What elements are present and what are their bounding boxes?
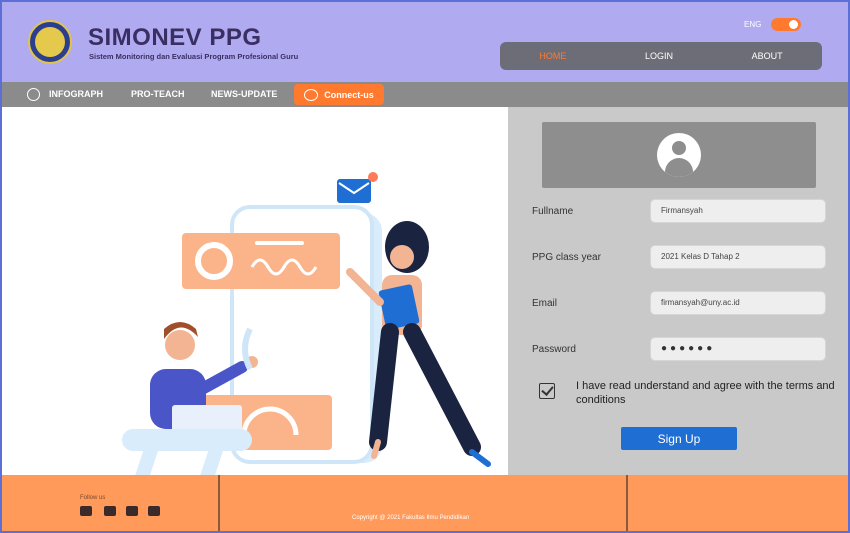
- terms-checkbox[interactable]: [539, 383, 555, 399]
- user-avatar-icon[interactable]: [657, 133, 701, 177]
- nav-home[interactable]: HOME: [539, 51, 566, 61]
- mail-icon: [337, 179, 371, 203]
- infograph-icon: [27, 88, 40, 101]
- secondary-navigation: INFOGRAPH PRO-TEACH NEWS-UPDATE Connect-…: [2, 82, 848, 107]
- language-label: ENG: [744, 20, 762, 29]
- password-field[interactable]: ●●●●●●: [650, 337, 826, 361]
- footer-divider: [626, 475, 628, 531]
- youtube-icon[interactable]: [80, 506, 92, 516]
- nav-about[interactable]: ABOUT: [752, 51, 783, 61]
- class-year-field[interactable]: 2021 Kelas D Tahap 2: [650, 245, 826, 269]
- university-logo: [28, 20, 72, 64]
- top-navigation: HOME LOGIN ABOUT: [500, 42, 822, 70]
- sign-up-button[interactable]: Sign Up: [621, 427, 737, 450]
- language-toggle[interactable]: [771, 18, 801, 31]
- email-label: Email: [532, 298, 558, 309]
- nav-login[interactable]: LOGIN: [645, 51, 673, 61]
- fullname-field[interactable]: Firmansyah: [650, 199, 826, 223]
- nav-infograph[interactable]: INFOGRAPH: [49, 82, 103, 107]
- connect-us-label: Connect-us: [324, 89, 374, 100]
- man-head: [165, 330, 195, 360]
- footer: Follow us Copyright @ 2021 Fakultas Ilmu…: [2, 475, 848, 531]
- header: SIMONEV PPG Sistem Monitoring dan Evalua…: [2, 2, 848, 82]
- signup-panel: Fullname Firmansyah PPG class year 2021 …: [508, 107, 848, 475]
- app-frame: SIMONEV PPG Sistem Monitoring dan Evalua…: [0, 0, 850, 533]
- hero-illustration: [122, 172, 491, 475]
- twitter-icon[interactable]: [104, 506, 116, 516]
- nav-pro-teach[interactable]: PRO-TEACH: [131, 82, 185, 107]
- fullname-label: Fullname: [532, 206, 574, 217]
- toggle-knob: [789, 20, 798, 29]
- email-field[interactable]: firmansyah@uny.ac.id: [650, 291, 826, 315]
- facebook-icon[interactable]: [148, 506, 160, 516]
- class-year-label: PPG class year: [532, 252, 601, 263]
- copyright-text: Copyright @ 2021 Fakultas Ilmu Pendidika…: [352, 515, 470, 521]
- follow-us-label: Follow us: [80, 495, 106, 501]
- terms-text: I have read understand and agree with th…: [576, 380, 835, 406]
- footer-divider: [218, 475, 220, 531]
- avatar-box: [542, 122, 816, 188]
- instagram-icon[interactable]: [126, 506, 138, 516]
- password-label: Password: [532, 344, 576, 355]
- app-title: SIMONEV PPG: [88, 24, 262, 51]
- connect-icon: [304, 88, 319, 101]
- nav-news-update[interactable]: NEWS-UPDATE: [211, 82, 277, 107]
- app-subtitle: Sistem Monitoring dan Evaluasi Program P…: [89, 52, 299, 61]
- connect-us-button[interactable]: Connect-us: [294, 84, 384, 105]
